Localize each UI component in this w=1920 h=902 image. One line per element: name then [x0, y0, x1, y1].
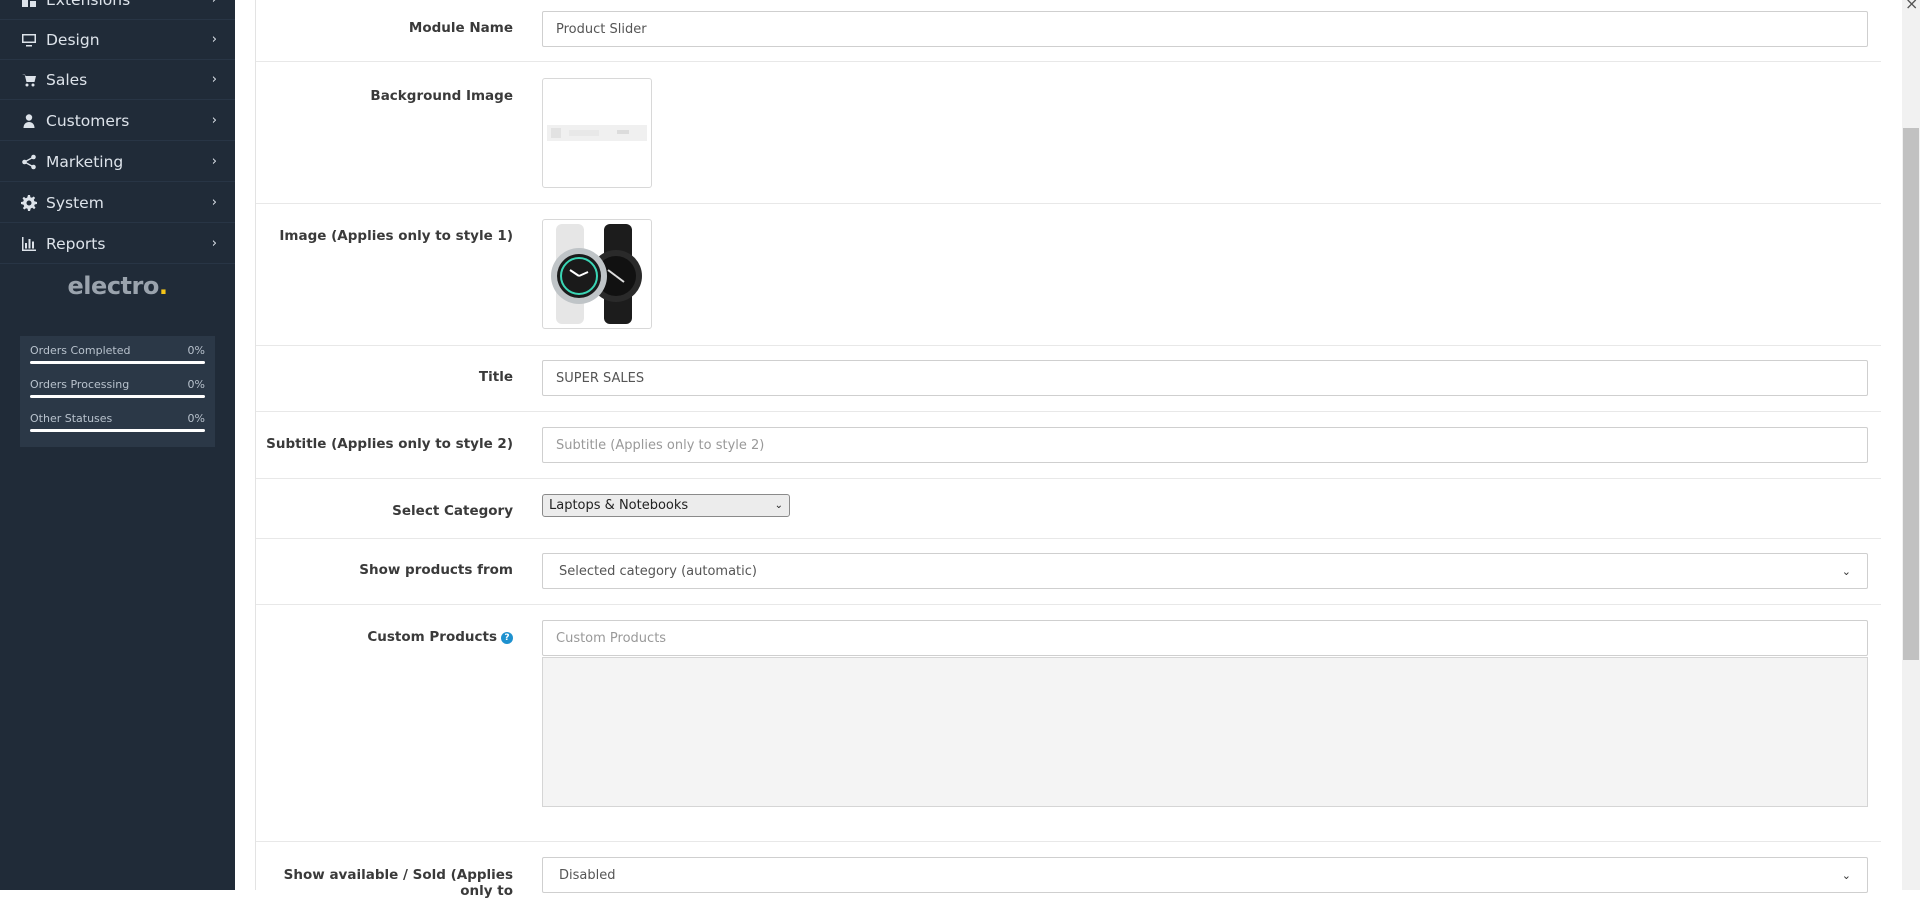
field-label: Image (Applies only to style 1): [279, 228, 513, 244]
field-label: Show products from: [359, 562, 513, 578]
status-other: Other Statuses 0%: [30, 412, 205, 446]
field-label: Title: [478, 369, 513, 385]
field-label: Custom Products?: [256, 629, 513, 645]
form-row-module-name: Module Name: [256, 0, 1881, 62]
custom-products-list[interactable]: [542, 657, 1868, 807]
field-label: Background Image: [370, 88, 513, 104]
chevron-right-icon: ›: [211, 236, 217, 251]
form-row-show-available: Show available / Sold (Applies only to D…: [256, 842, 1881, 902]
close-icon[interactable]: ×: [1905, 0, 1918, 13]
sidebar-item-label: Customers: [46, 111, 130, 130]
chevron-right-icon: ›: [211, 72, 217, 87]
status-label: Other Statuses: [30, 412, 113, 425]
sidebar-item-label: System: [46, 193, 104, 212]
logo-text: electro: [67, 272, 160, 300]
form-row-custom-products: Custom Products?: [256, 605, 1881, 842]
chevron-down-icon: ⌄: [774, 500, 783, 511]
select-value: Selected category (automatic): [559, 563, 757, 579]
progress-bar: [30, 361, 205, 364]
logo-dot: .: [158, 272, 168, 300]
share-icon: [20, 153, 37, 170]
status-orders-processing: Orders Processing 0%: [30, 378, 205, 412]
sidebar-item-label: Sales: [46, 70, 88, 89]
module-name-input[interactable]: [542, 11, 1868, 47]
module-form: Module Name Background Image Image (Appl…: [255, 0, 1881, 899]
category-select[interactable]: Laptops & Notebooks ⌄: [542, 494, 790, 517]
sidebar-item-reports[interactable]: Reports ›: [0, 224, 235, 264]
form-row-select-category: Select Category Laptops & Notebooks ⌄: [256, 479, 1881, 539]
chevron-down-icon: ⌄: [1841, 868, 1851, 882]
sidebar-item-system[interactable]: System ›: [0, 183, 235, 223]
cart-icon: [20, 71, 37, 88]
order-status-panel: Orders Completed 0% Orders Processing 0%…: [20, 336, 215, 447]
form-row-subtitle: Subtitle (Applies only to style 2): [256, 412, 1881, 479]
sidebar-item-label: Reports: [46, 234, 106, 253]
show-available-select[interactable]: Disabled ⌄: [542, 857, 1868, 893]
bar-chart-icon: [20, 235, 37, 252]
form-row-image: Image (Applies only to style 1): [256, 204, 1881, 346]
field-label: Show available / Sold (Applies only to: [283, 867, 513, 899]
sidebar-item-label: Marketing: [46, 152, 124, 171]
sidebar-item-design[interactable]: Design ›: [0, 20, 235, 60]
field-label: Subtitle (Applies only to style 2): [266, 436, 513, 452]
sidebar-item-customers[interactable]: Customers ›: [0, 101, 235, 141]
status-value: 0%: [187, 378, 205, 391]
smartwatch-image: [551, 224, 642, 324]
custom-products-label: Custom Products: [367, 629, 497, 645]
sidebar-item-extensions[interactable]: Extensions ›: [0, 0, 235, 20]
select-value: Disabled: [559, 867, 616, 883]
form-row-background-image: Background Image: [256, 62, 1881, 204]
field-label: Module Name: [408, 20, 513, 36]
chevron-right-icon: ›: [211, 113, 217, 128]
scrollbar-thumb[interactable]: [1903, 128, 1919, 660]
progress-bar: [30, 429, 205, 432]
background-image-preview: [547, 125, 647, 141]
chevron-down-icon: ⌄: [1841, 564, 1851, 578]
gear-icon: [20, 194, 37, 211]
image-thumbnail[interactable]: [542, 219, 652, 329]
help-icon[interactable]: ?: [501, 632, 513, 644]
monitor-icon: [20, 31, 37, 48]
show-products-from-select[interactable]: Selected category (automatic) ⌄: [542, 553, 1868, 589]
subtitle-input[interactable]: [542, 427, 1868, 463]
sidebar-item-marketing[interactable]: Marketing ›: [0, 142, 235, 182]
sidebar: Extensions › Design › Sales › Customers …: [0, 0, 235, 890]
sidebar-item-label: Extensions: [46, 0, 212, 9]
form-row-title: Title: [256, 346, 1881, 412]
status-label: Orders Processing: [30, 378, 130, 391]
brand-logo: electro.: [0, 272, 235, 302]
chevron-right-icon: ›: [211, 195, 217, 210]
category-select-value: Laptops & Notebooks: [549, 498, 689, 513]
custom-products-input[interactable]: [542, 620, 1868, 656]
progress-bar: [30, 395, 205, 398]
status-value: 0%: [187, 412, 205, 425]
chevron-right-icon: ›: [212, 0, 217, 7]
field-label: Select Category: [392, 503, 513, 519]
puzzle-icon: [20, 0, 37, 8]
sidebar-item-label: Design: [46, 30, 100, 49]
form-row-show-products-from: Show products from Selected category (au…: [256, 539, 1881, 605]
status-orders-completed: Orders Completed 0%: [30, 344, 205, 378]
chevron-right-icon: ›: [211, 154, 217, 169]
status-label: Orders Completed: [30, 344, 131, 357]
title-input[interactable]: [542, 360, 1868, 396]
user-icon: [20, 112, 37, 129]
sidebar-item-sales[interactable]: Sales ›: [0, 60, 235, 100]
background-image-thumbnail[interactable]: [542, 78, 652, 188]
chevron-right-icon: ›: [211, 32, 217, 47]
status-value: 0%: [187, 344, 205, 357]
